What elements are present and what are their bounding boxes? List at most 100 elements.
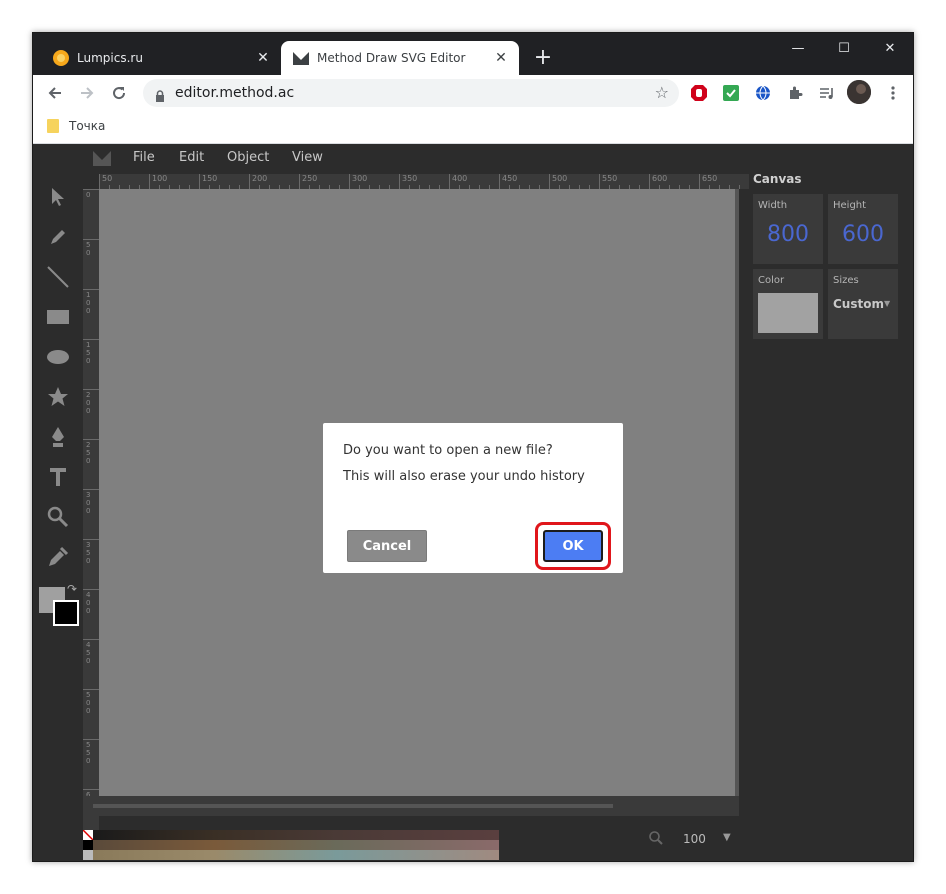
menu-file[interactable]: File bbox=[133, 150, 155, 165]
bookmarks-bar: Точка bbox=[33, 111, 913, 144]
zoom-tool-button[interactable] bbox=[43, 502, 73, 532]
zoom-level[interactable]: 100 bbox=[683, 832, 706, 846]
line-tool-button[interactable] bbox=[43, 262, 73, 292]
tab-close-icon[interactable]: ✕ bbox=[255, 50, 271, 66]
ruler-label: 250 bbox=[302, 174, 318, 183]
ruler-label: 300 bbox=[86, 491, 91, 515]
tab-strip: Lumpics.ru ✕ Method Draw SVG Editor ✕ + … bbox=[33, 33, 913, 75]
ruler-label: 650 bbox=[702, 174, 718, 183]
cancel-button[interactable]: Cancel bbox=[347, 530, 427, 562]
color-palette[interactable] bbox=[82, 829, 499, 860]
menu-edit[interactable]: Edit bbox=[179, 150, 204, 165]
method-draw-logo-icon bbox=[93, 150, 111, 170]
media-control-icon[interactable] bbox=[817, 83, 837, 103]
ruler-label: 200 bbox=[252, 174, 268, 183]
color-field[interactable]: Color bbox=[753, 269, 823, 339]
close-window-button[interactable]: ✕ bbox=[867, 33, 913, 63]
adblock-extension-icon[interactable] bbox=[689, 83, 709, 103]
canvas-color-swatch[interactable] bbox=[758, 293, 818, 333]
ruler-label: 500 bbox=[552, 174, 568, 183]
pen-tool-button[interactable] bbox=[43, 422, 73, 452]
ruler-top: 50 100 150 200 250 300 350 400 450 500 5… bbox=[99, 174, 749, 189]
ellipse-tool-button[interactable] bbox=[43, 342, 73, 372]
ruler-label: 50 bbox=[102, 174, 113, 183]
bookmark-folder[interactable]: Точка bbox=[47, 119, 105, 133]
ok-button[interactable]: OK bbox=[543, 530, 603, 562]
horizontal-scrollbar[interactable] bbox=[83, 796, 739, 816]
browser-toolbar: editor.method.ac ☆ bbox=[33, 75, 913, 111]
maximize-button[interactable]: ☐ bbox=[821, 33, 867, 63]
forward-button[interactable] bbox=[73, 79, 101, 107]
star-icon bbox=[48, 387, 68, 406]
menu-view[interactable]: View bbox=[292, 150, 323, 165]
pencil-tool-button[interactable] bbox=[43, 222, 73, 252]
zoom-dropdown-icon[interactable]: ▼ bbox=[723, 832, 731, 843]
folder-icon bbox=[47, 119, 59, 133]
line-icon bbox=[47, 266, 69, 288]
menu-bar: File Edit Object View bbox=[33, 144, 753, 172]
ruler-label: 350 bbox=[86, 541, 91, 565]
globe-extension-icon[interactable] bbox=[753, 83, 773, 103]
tab-title: Lumpics.ru bbox=[77, 51, 143, 65]
width-value[interactable]: 800 bbox=[753, 222, 823, 247]
puzzle-extensions-icon[interactable] bbox=[785, 83, 805, 103]
sizes-field[interactable]: Sizes Custom ▼ bbox=[828, 269, 898, 339]
swap-colors-icon[interactable]: ↷ bbox=[67, 582, 77, 596]
address-bar[interactable]: editor.method.ac ☆ bbox=[143, 79, 679, 107]
tab-lumpics[interactable]: Lumpics.ru ✕ bbox=[41, 41, 281, 75]
select-tool-button[interactable] bbox=[43, 182, 73, 212]
ruler-label: 100 bbox=[152, 174, 168, 183]
ellipse-icon bbox=[47, 350, 69, 364]
method-draw-favicon-icon bbox=[293, 50, 309, 66]
eyedropper-tool-button[interactable] bbox=[43, 542, 73, 572]
tool-panel: ↷ bbox=[33, 172, 83, 861]
ruler-label: 250 bbox=[86, 441, 91, 465]
new-file-confirm-dialog: Do you want to open a new file? This wil… bbox=[323, 423, 623, 573]
sizes-dropdown-icon[interactable]: ▼ bbox=[884, 299, 890, 308]
height-label: Height bbox=[833, 200, 867, 211]
minimize-button[interactable]: — bbox=[775, 33, 821, 63]
width-field[interactable]: Width 800 bbox=[753, 194, 823, 264]
arrow-left-icon bbox=[48, 87, 61, 99]
pencil-icon bbox=[51, 230, 65, 244]
text-icon bbox=[50, 468, 66, 486]
ruler-label: 150 bbox=[86, 341, 91, 365]
ruler-label: 450 bbox=[502, 174, 518, 183]
checkmark-extension-icon[interactable] bbox=[721, 83, 741, 103]
tab-close-icon[interactable]: ✕ bbox=[493, 50, 509, 66]
ruler-label: 50 bbox=[86, 241, 91, 257]
back-button[interactable] bbox=[41, 79, 69, 107]
ruler-label: 0 bbox=[86, 191, 91, 199]
bookmark-star-icon[interactable]: ☆ bbox=[655, 83, 669, 102]
dialog-question: Do you want to open a new file? bbox=[343, 443, 553, 458]
text-tool-button[interactable] bbox=[43, 462, 73, 492]
ruler-label: 550 bbox=[602, 174, 618, 183]
sizes-label: Sizes bbox=[833, 275, 859, 286]
profile-avatar[interactable] bbox=[847, 80, 871, 104]
lock-icon bbox=[155, 87, 165, 106]
ruler-label: 500 bbox=[86, 691, 91, 715]
height-value[interactable]: 600 bbox=[828, 222, 898, 247]
rectangle-tool-button[interactable] bbox=[43, 302, 73, 332]
menu-object[interactable]: Object bbox=[227, 150, 269, 165]
scroll-thumb[interactable] bbox=[93, 804, 613, 808]
ruler-label: 200 bbox=[86, 391, 91, 415]
dialog-warning: This will also erase your undo history bbox=[343, 469, 585, 484]
reload-button[interactable] bbox=[105, 79, 133, 107]
ok-button-highlight: OK bbox=[535, 522, 611, 570]
star-tool-button[interactable] bbox=[43, 382, 73, 412]
eyedropper-icon bbox=[49, 546, 69, 566]
zoom-magnifier-icon[interactable] bbox=[649, 830, 663, 849]
browser-menu-icon[interactable] bbox=[883, 83, 903, 103]
ruler-label: 550 bbox=[86, 741, 91, 765]
new-tab-button[interactable]: + bbox=[531, 47, 555, 71]
url-text: editor.method.ac bbox=[175, 85, 295, 101]
stroke-color-swatch[interactable] bbox=[53, 600, 79, 626]
ruler-label: 600 bbox=[652, 174, 668, 183]
ruler-left: 0 50 100 150 200 250 300 350 400 450 500… bbox=[83, 189, 99, 839]
height-field[interactable]: Height 600 bbox=[828, 194, 898, 264]
reload-icon bbox=[113, 87, 126, 100]
sizes-value[interactable]: Custom bbox=[833, 297, 884, 311]
tab-method-draw[interactable]: Method Draw SVG Editor ✕ bbox=[281, 41, 519, 75]
vertical-scrollbar[interactable] bbox=[735, 189, 739, 809]
